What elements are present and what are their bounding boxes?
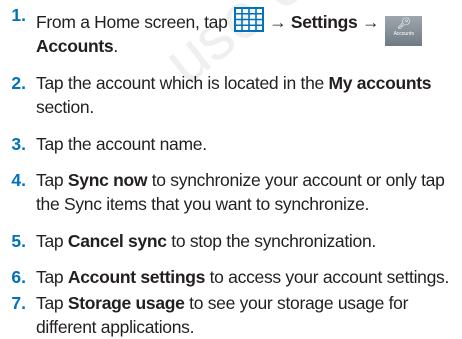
step-number: 5. — [11, 231, 26, 251]
step-number: 2. — [11, 73, 26, 93]
step-text: Tap Storage usage to see your storage us… — [36, 293, 409, 313]
instruction-page: use only 1. From a Home screen, tap → Se… — [0, 0, 462, 339]
step-number: 4. — [11, 170, 26, 190]
step-text: Tap the account which is located in the … — [36, 73, 432, 93]
settings-label: Settings — [290, 12, 358, 32]
step-text: Tap Cancel sync to stop the synchronizat… — [36, 231, 376, 251]
step-text: Tap Account settings to access your acco… — [36, 267, 450, 287]
step-number: 3. — [11, 134, 26, 154]
arrow: → — [269, 12, 287, 32]
step-number: 7. — [11, 293, 26, 313]
apps-grid-icon — [234, 7, 265, 32]
step-text: Tap the account name. — [36, 134, 207, 154]
arrow: → — [362, 12, 380, 32]
step-number: 6. — [11, 267, 26, 287]
step-text: Tap Sync now to synchronize your account… — [36, 170, 445, 190]
key-icon: 🔑︎ — [396, 18, 411, 30]
step-number: 1. — [11, 5, 26, 25]
accounts-label: Accounts — [36, 36, 114, 56]
